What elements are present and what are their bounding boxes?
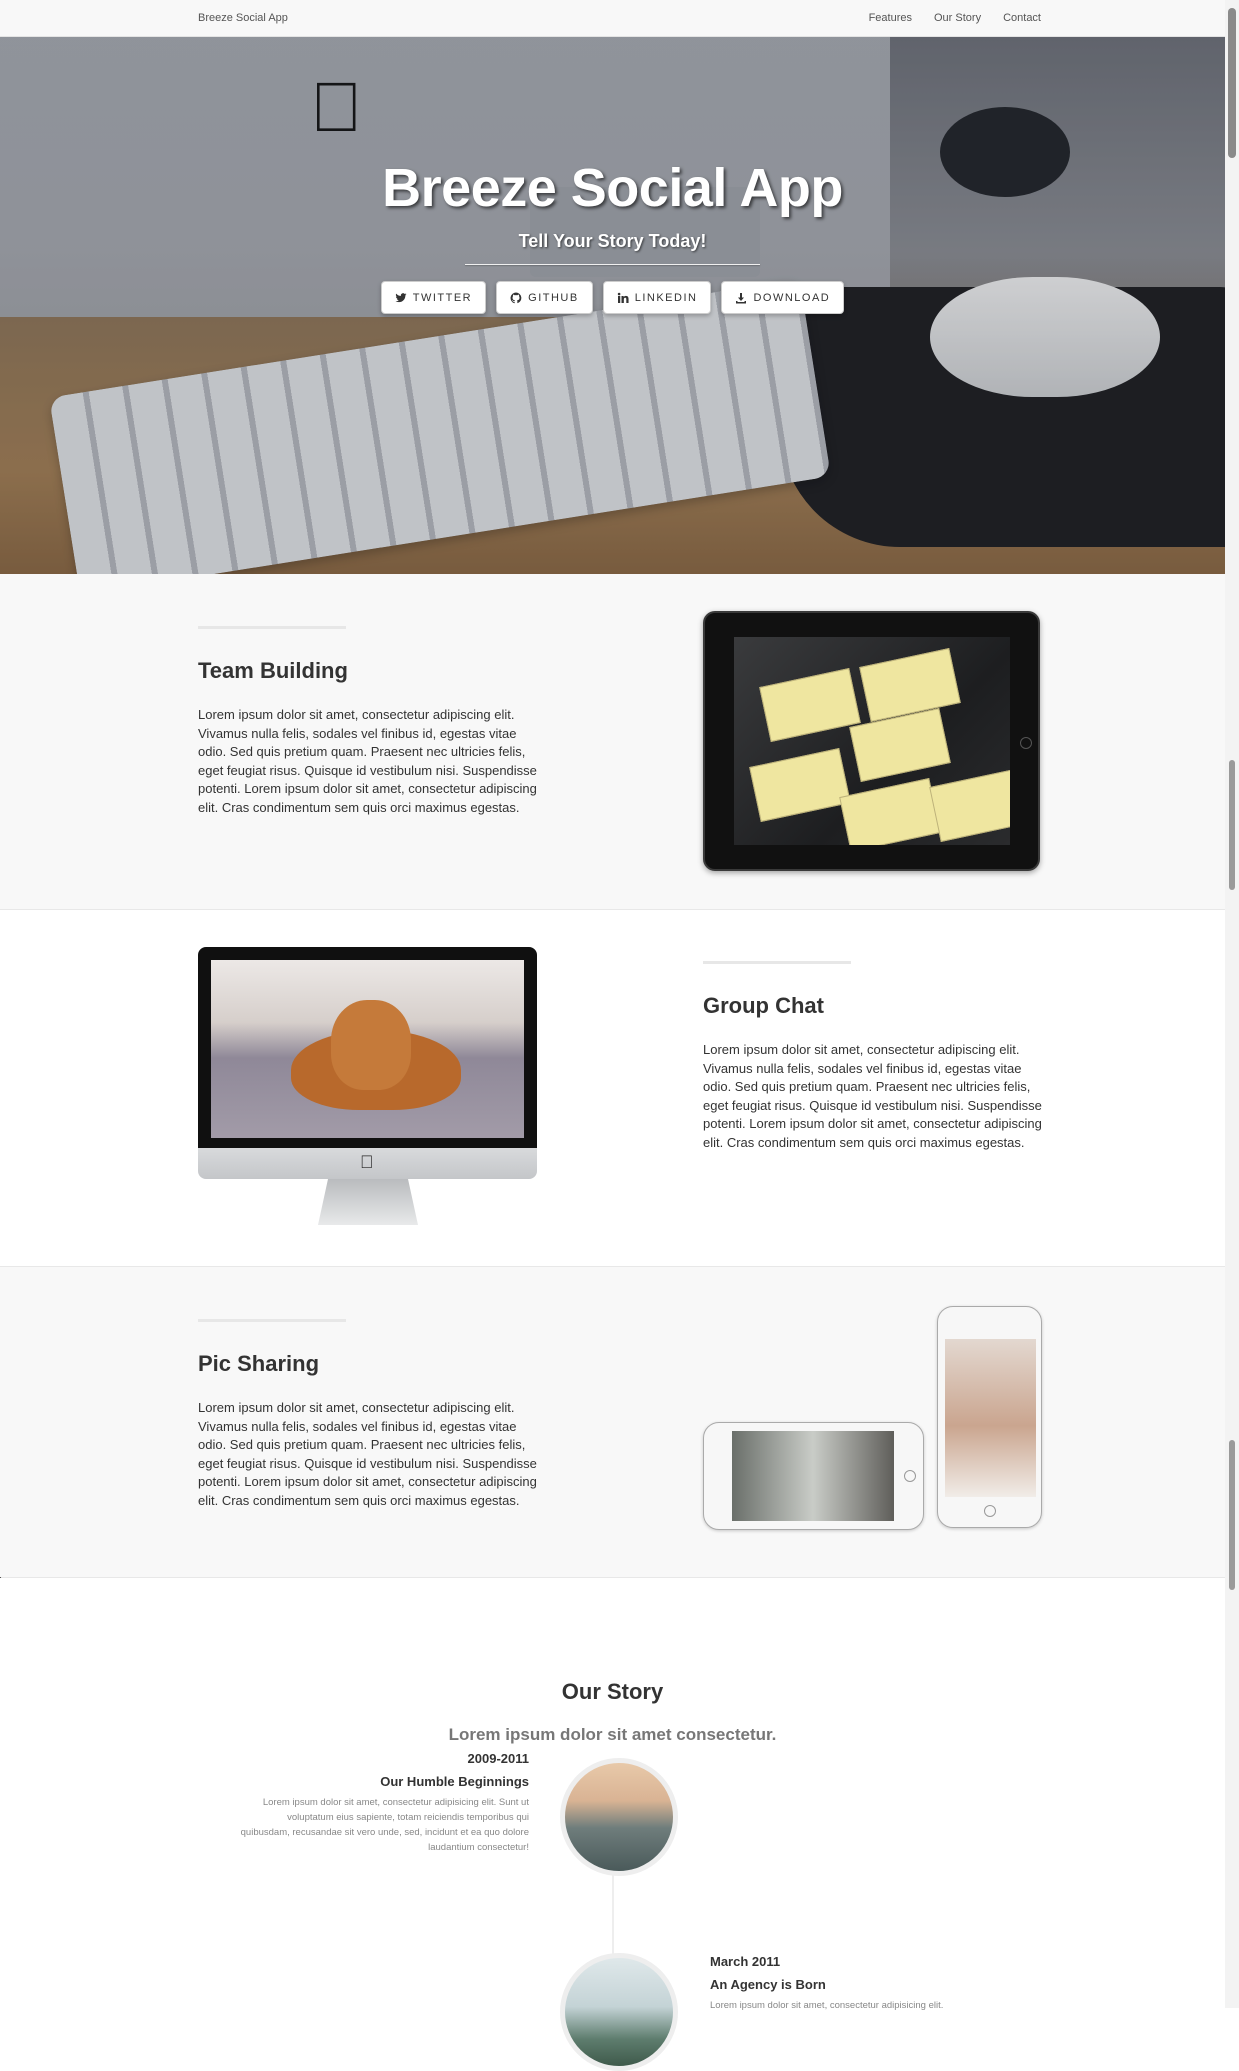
feature-text-pic-sharing: Pic Sharing Lorem ipsum dolor sit amet, … — [198, 1319, 538, 1510]
hero-section:  Breeze Social App Tell Your Story Toda… — [0, 37, 1225, 574]
iphone-landscape-image — [703, 1422, 924, 1530]
twitter-icon — [395, 292, 407, 302]
section-heading-spacer — [198, 1319, 346, 1322]
github-button[interactable]: GITHUB — [496, 281, 593, 314]
download-button[interactable]: DOWNLOAD — [721, 281, 845, 314]
navbar: Breeze Social App Features Our Story Con… — [0, 0, 1225, 37]
section-heading-spacer — [703, 961, 851, 964]
story-subtitle: Lorem ipsum dolor sit amet consectetur. — [448, 1725, 777, 1744]
scrollbar-marker — [1229, 1440, 1235, 1590]
hero-divider — [465, 264, 760, 265]
twitter-button-label: TWITTER — [412, 291, 473, 304]
timeline-body: Lorem ipsum dolor sit amet, consectetur … — [240, 1797, 529, 1853]
apple-logo-icon:  — [360, 1152, 374, 1173]
iphone-home-button — [984, 1505, 996, 1517]
download-icon — [736, 292, 747, 303]
ipad-home-button — [1020, 737, 1032, 749]
our-story-section: Our Story Lorem ipsum dolor sit amet con… — [0, 1578, 1225, 2071]
timeline-date: March 2011 — [710, 1954, 781, 1969]
iphone-portrait-image — [937, 1306, 1042, 1528]
timeline-item-1: 2009-2011 Our Humble Beginnings Lorem ip… — [239, 1751, 529, 1855]
iphone-landscape-screen — [732, 1431, 894, 1521]
feature-text-group-chat: Group Chat Lorem ipsum dolor sit amet, c… — [703, 961, 1043, 1152]
hero-button-group: TWITTER GITHUB LINKEDIN DOWNLOAD — [0, 281, 1225, 314]
github-button-label: GITHUB — [528, 291, 579, 304]
feature-text-team-building: Team Building Lorem ipsum dolor sit amet… — [198, 626, 538, 817]
scrollbar-thumb[interactable] — [1228, 8, 1236, 158]
timeline-image-2 — [560, 1953, 678, 2071]
section-heading: Pic Sharing — [198, 1351, 320, 1376]
feature-section-group-chat:  Group Chat Lorem ipsum dolor sit amet,… — [0, 910, 1225, 1267]
timeline-body: Lorem ipsum dolor sit amet, consectetur … — [710, 2000, 944, 2011]
feature-section-team-building: Team Building Lorem ipsum dolor sit amet… — [0, 574, 1225, 910]
ipad-screen — [734, 637, 1010, 845]
story-title: Our Story — [561, 1679, 664, 1704]
timeline-heading: Our Humble Beginnings — [380, 1774, 529, 1789]
section-heading-spacer — [198, 626, 346, 629]
timeline-item-2: March 2011 An Agency is Born Lorem ipsum… — [710, 1954, 1000, 2013]
feature-section-pic-sharing: Pic Sharing Lorem ipsum dolor sit amet, … — [0, 1267, 1225, 1578]
linkedin-icon — [617, 292, 629, 303]
nav-link-features[interactable]: Features — [869, 12, 912, 24]
hero-subtitle: Tell Your Story Today! — [518, 231, 707, 251]
imac-stand — [318, 1179, 418, 1225]
imac-image:  — [198, 947, 537, 1228]
section-heading: Group Chat — [703, 993, 824, 1018]
twitter-button[interactable]: TWITTER — [380, 281, 487, 314]
ipad-image — [703, 611, 1040, 871]
nav-links: Features Our Story Contact — [869, 12, 1041, 24]
iphone-portrait-screen — [945, 1339, 1036, 1497]
section-body: Lorem ipsum dolor sit amet, consectetur … — [703, 1042, 1042, 1150]
imac-screen — [211, 960, 524, 1138]
page-scrollbar[interactable] — [1225, 0, 1239, 2008]
hero-content: Breeze Social App Tell Your Story Today!… — [0, 157, 1225, 314]
section-heading: Team Building — [198, 658, 348, 683]
dog-shape — [331, 1000, 411, 1090]
timeline-heading: An Agency is Born — [710, 1977, 826, 1992]
download-button-label: DOWNLOAD — [753, 291, 831, 304]
section-body: Lorem ipsum dolor sit amet, consectetur … — [198, 1400, 537, 1508]
scrollbar-marker — [1229, 760, 1235, 890]
section-body: Lorem ipsum dolor sit amet, consectetur … — [198, 707, 537, 815]
linkedin-button[interactable]: LINKEDIN — [602, 281, 712, 314]
github-icon — [510, 292, 522, 303]
nav-link-our-story[interactable]: Our Story — [934, 12, 981, 24]
iphone-home-button — [904, 1470, 916, 1482]
brand-link[interactable]: Breeze Social App — [198, 12, 288, 24]
hero-title: Breeze Social App — [382, 158, 843, 218]
imac-frame — [198, 947, 537, 1148]
linkedin-button-label: LINKEDIN — [634, 291, 698, 304]
timeline-image-1 — [560, 1758, 678, 1876]
nav-link-contact[interactable]: Contact — [1003, 12, 1041, 24]
timeline-date: 2009-2011 — [467, 1751, 529, 1766]
